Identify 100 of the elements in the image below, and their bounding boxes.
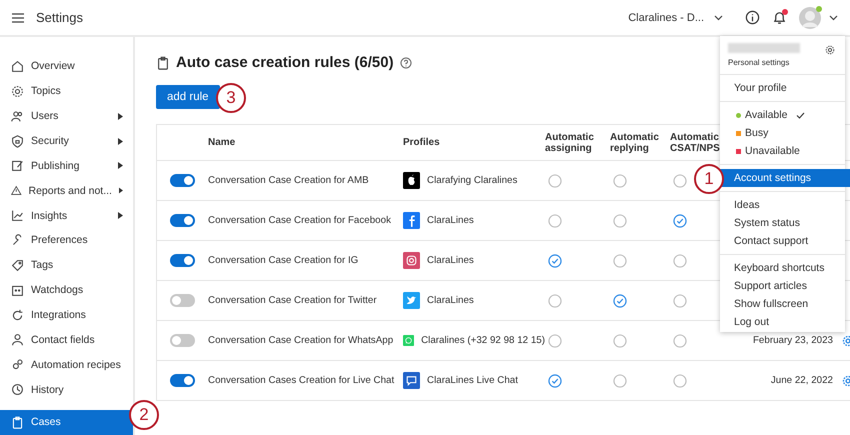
clock-icon <box>11 383 24 396</box>
column-header: Profiles <box>403 137 441 148</box>
empty-radio[interactable] <box>673 334 687 348</box>
sidebar-item[interactable]: Users <box>0 104 133 129</box>
sidebar-item[interactable]: Automation recipes <box>0 352 133 378</box>
rule-name: Conversation Cases Creation for Live Chat <box>208 375 396 386</box>
menu-item[interactable]: Support articles <box>720 277 845 295</box>
refresh-icon <box>11 308 24 322</box>
empty-radio[interactable] <box>548 174 562 188</box>
toggle-switch[interactable] <box>170 254 195 267</box>
menu-icon[interactable] <box>12 12 24 22</box>
empty-radio[interactable] <box>548 334 562 348</box>
sidebar-item[interactable]: History <box>0 377 133 402</box>
menu-item[interactable]: Show fullscreen <box>720 295 845 313</box>
toggle-switch[interactable] <box>170 174 195 187</box>
checked-radio[interactable] <box>613 294 627 308</box>
sidebar-item[interactable]: Reports and not... <box>0 178 133 204</box>
notifications-button[interactable] <box>772 10 787 25</box>
avatar-button[interactable] <box>799 6 838 28</box>
warning-icon <box>11 184 22 198</box>
menu-item[interactable]: Unavailable <box>720 142 845 160</box>
house-icon <box>11 60 24 73</box>
step-callout: 1 <box>694 164 724 194</box>
sidebar-item[interactable]: Insights <box>0 203 133 228</box>
menu-item[interactable]: Contact support <box>720 232 845 250</box>
empty-radio[interactable] <box>613 214 627 228</box>
clipboard-icon <box>156 56 170 70</box>
empty-radio[interactable] <box>673 174 687 188</box>
checked-radio[interactable] <box>548 374 562 388</box>
menu-item[interactable]: System status <box>720 214 845 232</box>
help-icon[interactable] <box>400 56 412 68</box>
facebook-icon <box>403 212 420 229</box>
toggle-switch[interactable] <box>170 214 195 227</box>
empty-radio[interactable] <box>613 374 627 388</box>
step-callout: 2 <box>129 400 159 430</box>
menu-item[interactable]: Busy <box>720 124 845 142</box>
profile-name: ClaraLines Live Chat <box>427 375 518 386</box>
chevron-down-icon <box>829 14 838 20</box>
settings-icon[interactable] <box>825 45 835 55</box>
edit-icon <box>11 159 24 172</box>
tag-icon <box>11 258 24 272</box>
sidebar-item[interactable]: Integrations <box>0 302 133 328</box>
empty-radio[interactable] <box>673 294 687 308</box>
rule-name: Conversation Case Creation for IG <box>208 255 360 266</box>
checked-radio[interactable] <box>548 254 562 268</box>
date-cell-text: June 22, 2022 <box>770 375 833 386</box>
menu-item[interactable]: Account settings <box>720 169 850 187</box>
sidebar-item[interactable]: Topics <box>0 78 133 104</box>
menu-item[interactable]: Log out <box>720 313 845 331</box>
info-button[interactable] <box>745 10 760 25</box>
empty-radio[interactable] <box>613 254 627 268</box>
empty-radio[interactable] <box>673 254 687 268</box>
whatsapp-icon <box>403 332 414 349</box>
menu-item[interactable]: Keyboard shortcuts <box>720 259 845 277</box>
sidebar-item[interactable]: Overview <box>0 54 133 79</box>
sidebar-item[interactable]: Watchdogs <box>0 278 133 303</box>
sidebar-item[interactable]: Cases <box>0 410 133 435</box>
step-callout: 3 <box>216 83 246 113</box>
sidebar-item[interactable]: Contact fields <box>0 327 133 352</box>
shield-icon <box>11 134 24 148</box>
toggle-switch[interactable] <box>170 294 195 307</box>
sidebar-item[interactable]: Publishing <box>0 153 133 178</box>
checked-radio[interactable] <box>673 214 687 228</box>
profile-name: ClaraLines <box>427 295 474 306</box>
menu-item[interactable]: Available <box>720 106 845 124</box>
menu-item[interactable]: Ideas <box>720 196 845 214</box>
empty-radio[interactable] <box>673 374 687 388</box>
sidebar-item[interactable]: Preferences <box>0 228 133 253</box>
gear-icon <box>11 84 24 98</box>
users-icon <box>11 110 24 123</box>
column-header: Automatic assigning <box>545 132 595 154</box>
profile-name: Claralines (+32 92 98 12 15) <box>421 335 545 346</box>
bird-icon <box>403 292 420 309</box>
sidebar-item[interactable]: Tags <box>0 252 133 278</box>
toggle-switch[interactable] <box>170 334 195 347</box>
sidebar-item[interactable]: Security <box>0 128 133 154</box>
column-header: Automatic replying <box>610 132 660 154</box>
empty-radio[interactable] <box>548 214 562 228</box>
account-dropdown[interactable]: Claralines - D... <box>628 12 723 24</box>
apple-icon <box>403 172 420 189</box>
profile-name: Clarafying Claralines <box>427 175 518 186</box>
chat-icon <box>403 372 420 389</box>
rule-name: Conversation Case Creation for Twitter <box>208 295 378 306</box>
profile-name: ClaraLines <box>427 215 474 226</box>
menu-caption: Personal settings <box>728 58 790 67</box>
section-title: Auto case creation rules (6/50) <box>176 54 394 71</box>
add-rule-button[interactable]: add rule <box>156 85 220 109</box>
page-title: Settings <box>36 10 83 25</box>
person-icon <box>11 333 24 346</box>
toggle-switch[interactable] <box>170 374 195 387</box>
column-header: Name <box>208 137 236 148</box>
empty-radio[interactable] <box>613 334 627 348</box>
empty-radio[interactable] <box>613 174 627 188</box>
chevron-down-icon <box>714 14 723 20</box>
date-cell-text: February 23, 2023 <box>752 335 833 346</box>
rule-name: Conversation Case Creation for WhatsApp <box>208 335 394 346</box>
menu-item[interactable]: Your profile <box>720 79 845 97</box>
column-header: Automatic CSAT/NPS <box>670 132 721 154</box>
rule-name: Conversation Case Creation for AMB <box>208 175 370 186</box>
empty-radio[interactable] <box>548 294 562 308</box>
